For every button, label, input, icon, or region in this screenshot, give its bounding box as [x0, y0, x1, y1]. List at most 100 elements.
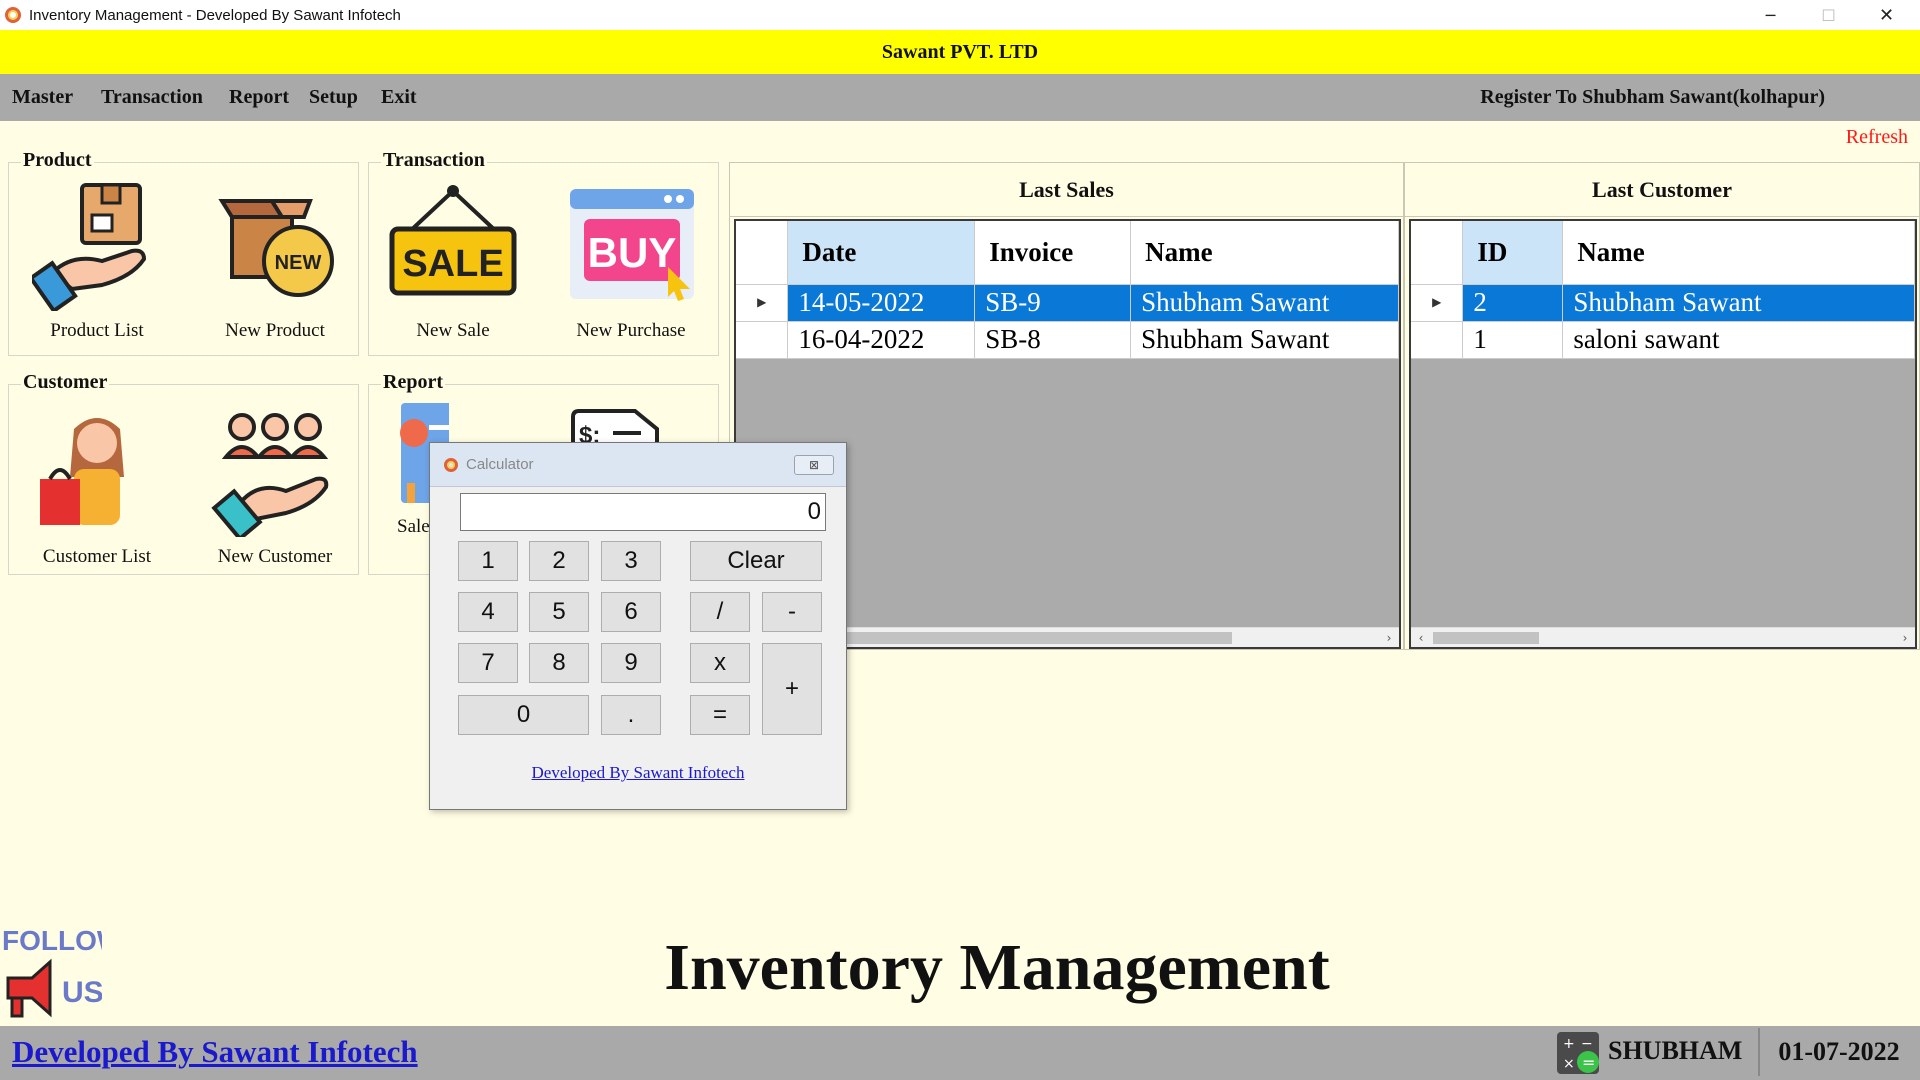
- menu-master[interactable]: Master: [12, 86, 73, 109]
- window-title: Inventory Management - Developed By Sawa…: [29, 6, 401, 24]
- last-customer-title: Last Customer: [1405, 163, 1919, 217]
- calc-divide-button[interactable]: /: [690, 592, 750, 632]
- maximize-button[interactable]: ☐: [1800, 0, 1857, 30]
- refresh-link[interactable]: Refresh: [1846, 126, 1908, 149]
- col-id[interactable]: ID: [1462, 221, 1564, 285]
- new-product-icon: NEW: [218, 199, 334, 297]
- svg-text:+: +: [1563, 1036, 1575, 1052]
- new-badge-text: NEW: [275, 252, 322, 274]
- new-sale-tile[interactable]: SALE New Sale: [373, 181, 533, 342]
- buy-text: BUY: [588, 229, 677, 276]
- product-list-label: Product List: [50, 320, 144, 341]
- row-header-corner: [1411, 221, 1464, 285]
- developer-link[interactable]: Developed By Sawant Infotech: [12, 1034, 418, 1070]
- calculator-display[interactable]: 0: [460, 493, 826, 531]
- customer-group: Customer Customer List New Customer: [8, 371, 359, 575]
- calculator-dialog: Calculator ⊠ 0 1 2 3 Clear 4 5 6 / - 7 8…: [429, 442, 847, 810]
- scroll-left-icon[interactable]: ‹: [1411, 628, 1431, 647]
- menu-transaction[interactable]: Transaction: [101, 86, 203, 109]
- last-sales-table: Date Invoice Name ▶ 14-05-2022 SB-9 Shub…: [736, 221, 1399, 359]
- col-date[interactable]: Date: [787, 221, 976, 285]
- cell-name[interactable]: Shubham Sawant: [1130, 321, 1399, 359]
- calc-button-2[interactable]: 2: [529, 541, 589, 581]
- menu-exit[interactable]: Exit: [381, 86, 417, 109]
- col-name[interactable]: Name: [1562, 221, 1915, 285]
- transaction-group: Transaction SALE New Sale BUY New Purcha…: [368, 149, 719, 356]
- last-customer-table: ID Name ▶ 2 Shubham Sawant 1 saloni sawa…: [1411, 221, 1915, 359]
- table-row[interactable]: 16-04-2022 SB-8 Shubham Sawant: [736, 321, 1399, 359]
- cell-invoice[interactable]: SB-9: [974, 284, 1132, 322]
- calculator-developer-link[interactable]: Developed By Sawant Infotech: [430, 763, 846, 783]
- cell-date[interactable]: 14-05-2022: [787, 284, 976, 322]
- transaction-group-title: Transaction: [381, 149, 487, 172]
- last-sales-title: Last Sales: [730, 163, 1403, 217]
- sale-sign-icon: SALE: [389, 185, 517, 296]
- calc-button-1[interactable]: 1: [458, 541, 518, 581]
- buy-window-icon: BUY: [570, 189, 694, 301]
- last-customer-panel: Last Customer ID Name ▶ 2 Shubham Sawant…: [1404, 162, 1920, 650]
- customer-list-label: Customer List: [42, 546, 152, 567]
- calc-button-3[interactable]: 3: [601, 541, 661, 581]
- registration-label: Register To Shubham Sawant(kolhapur): [1480, 86, 1825, 108]
- calc-button-7[interactable]: 7: [458, 643, 518, 683]
- app-icon: [5, 7, 21, 23]
- calc-button-4[interactable]: 4: [458, 592, 518, 632]
- calc-button-0[interactable]: 0: [458, 695, 589, 735]
- new-purchase-label: New Purchase: [576, 320, 686, 341]
- calc-multiply-button[interactable]: x: [690, 643, 750, 683]
- last-customer-hscrollbar[interactable]: ‹ ›: [1411, 627, 1915, 647]
- cell-name[interactable]: saloni sawant: [1562, 321, 1915, 359]
- col-invoice[interactable]: Invoice: [974, 221, 1132, 285]
- col-name[interactable]: Name: [1130, 221, 1399, 285]
- calculator-app-icon: [444, 457, 458, 472]
- calc-clear-button[interactable]: Clear: [690, 541, 822, 581]
- report-group-title: Report: [381, 371, 445, 394]
- calculator-close-button[interactable]: ⊠: [794, 455, 834, 475]
- cell-id[interactable]: 2: [1462, 284, 1564, 322]
- row-header: [736, 321, 789, 359]
- calculator-icon[interactable]: + − × =: [1555, 1030, 1601, 1076]
- calc-button-5[interactable]: 5: [529, 592, 589, 632]
- calc-add-button[interactable]: +: [762, 643, 822, 735]
- calculator-titlebar[interactable]: Calculator ⊠: [430, 443, 846, 487]
- calc-decimal-button[interactable]: .: [601, 695, 661, 735]
- calc-button-8[interactable]: 8: [529, 643, 589, 683]
- menu-bar: Master Transaction Report Setup Exit Reg…: [0, 74, 1920, 121]
- close-button[interactable]: ✕: [1858, 0, 1915, 30]
- calc-button-6[interactable]: 6: [601, 592, 661, 632]
- cell-id[interactable]: 1: [1462, 321, 1564, 359]
- menu-setup[interactable]: Setup: [309, 86, 358, 109]
- last-customer-grid[interactable]: ID Name ▶ 2 Shubham Sawant 1 saloni sawa…: [1409, 219, 1917, 649]
- calc-equals-button[interactable]: =: [690, 695, 750, 735]
- new-purchase-tile[interactable]: BUY New Purchase: [551, 181, 711, 342]
- company-banner: Sawant PVT. LTD: [0, 30, 1920, 74]
- calc-button-9[interactable]: 9: [601, 643, 661, 683]
- minimize-button[interactable]: ─: [1742, 0, 1799, 30]
- customer-list-tile[interactable]: Customer List: [17, 407, 177, 568]
- window-titlebar: Inventory Management - Developed By Sawa…: [0, 0, 1920, 30]
- sale-sign-text: SALE: [402, 243, 503, 285]
- new-customer-icon: [211, 413, 329, 542]
- menu-report[interactable]: Report: [229, 86, 289, 109]
- table-row[interactable]: ▶ 2 Shubham Sawant: [1411, 284, 1915, 322]
- table-row[interactable]: ▶ 14-05-2022 SB-9 Shubham Sawant: [736, 284, 1399, 322]
- cell-name[interactable]: Shubham Sawant: [1130, 284, 1399, 322]
- row-header-corner: [736, 221, 789, 285]
- svg-text:=: =: [1582, 1053, 1595, 1072]
- last-customer-header-row: ID Name: [1411, 221, 1915, 285]
- table-row[interactable]: 1 saloni sawant: [1411, 321, 1915, 359]
- cell-invoice[interactable]: SB-8: [974, 321, 1132, 359]
- customer-group-title: Customer: [21, 371, 110, 394]
- svg-text:−: −: [1581, 1036, 1593, 1052]
- status-bar: Developed By Sawant Infotech SHUBHAM 01-…: [0, 1026, 1920, 1080]
- new-customer-tile[interactable]: New Customer: [195, 407, 355, 568]
- scroll-right-icon[interactable]: ›: [1895, 628, 1915, 647]
- calc-subtract-button[interactable]: -: [762, 592, 822, 632]
- scroll-thumb[interactable]: [1433, 632, 1539, 644]
- product-list-tile[interactable]: Product List: [17, 181, 177, 342]
- scroll-right-icon[interactable]: ›: [1379, 628, 1399, 647]
- new-product-tile[interactable]: NEW New Product: [195, 181, 355, 342]
- cell-name[interactable]: Shubham Sawant: [1562, 284, 1915, 322]
- bill-report-icon[interactable]: $:: [569, 407, 659, 447]
- cell-date[interactable]: 16-04-2022: [787, 321, 976, 359]
